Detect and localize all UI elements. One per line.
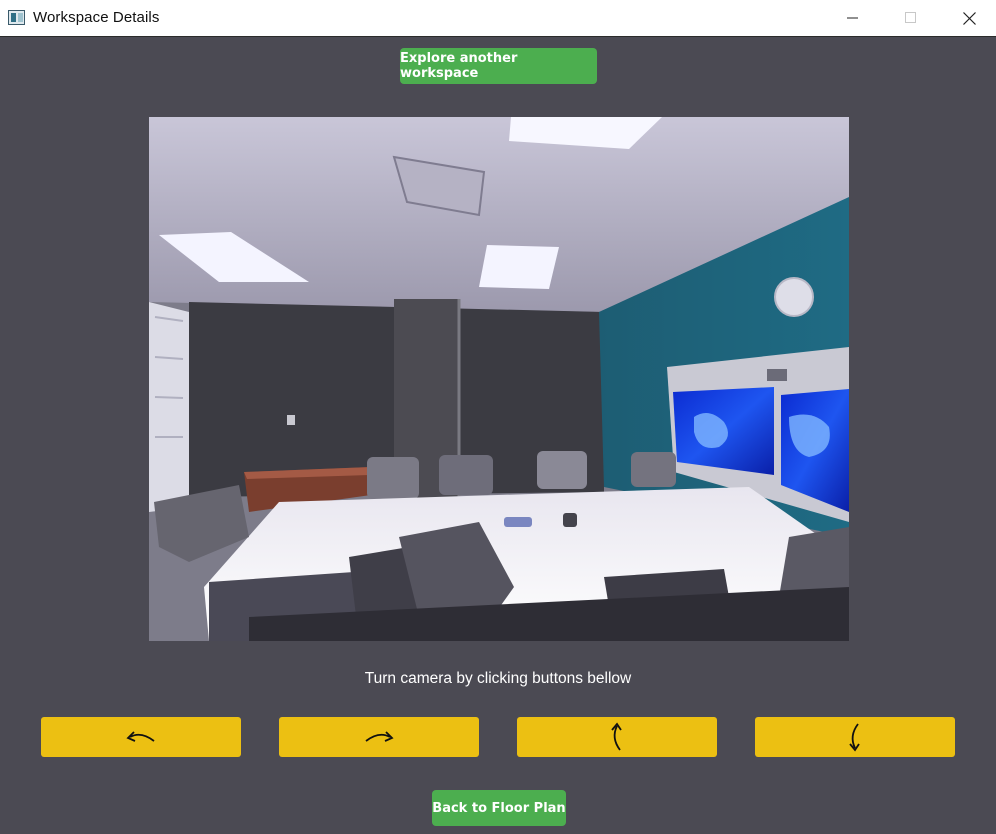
- conference-room-render: [149, 117, 849, 641]
- title-bar: Workspace Details: [0, 0, 996, 37]
- rotate-down-arrow-icon: [849, 723, 860, 752]
- window-title: Workspace Details: [33, 9, 160, 26]
- rotate-right-button[interactable]: [279, 717, 479, 757]
- maximize-icon: [905, 12, 916, 23]
- rotate-down-button[interactable]: [755, 717, 955, 757]
- rotate-left-button[interactable]: [41, 717, 241, 757]
- close-icon: [962, 11, 976, 25]
- minimize-button[interactable]: [830, 0, 876, 36]
- back-to-floor-plan-button[interactable]: Back to Floor Plan: [432, 790, 566, 826]
- app-window: Workspace Details Explore another worksp…: [0, 0, 996, 834]
- rotate-right-arrow-icon: [365, 731, 394, 742]
- rotate-up-arrow-icon: [611, 722, 622, 751]
- minimize-icon: [847, 17, 858, 19]
- rotate-left-arrow-icon: [126, 731, 155, 742]
- explore-another-workspace-button[interactable]: Explore another workspace: [400, 48, 597, 84]
- camera-instruction-text: Turn camera by clicking buttons bellow: [364, 670, 632, 687]
- rotate-up-button[interactable]: [517, 717, 717, 757]
- camera-view-image: [149, 117, 849, 641]
- close-button[interactable]: [946, 0, 992, 36]
- app-window-icon: [8, 10, 25, 25]
- maximize-button[interactable]: [888, 0, 934, 36]
